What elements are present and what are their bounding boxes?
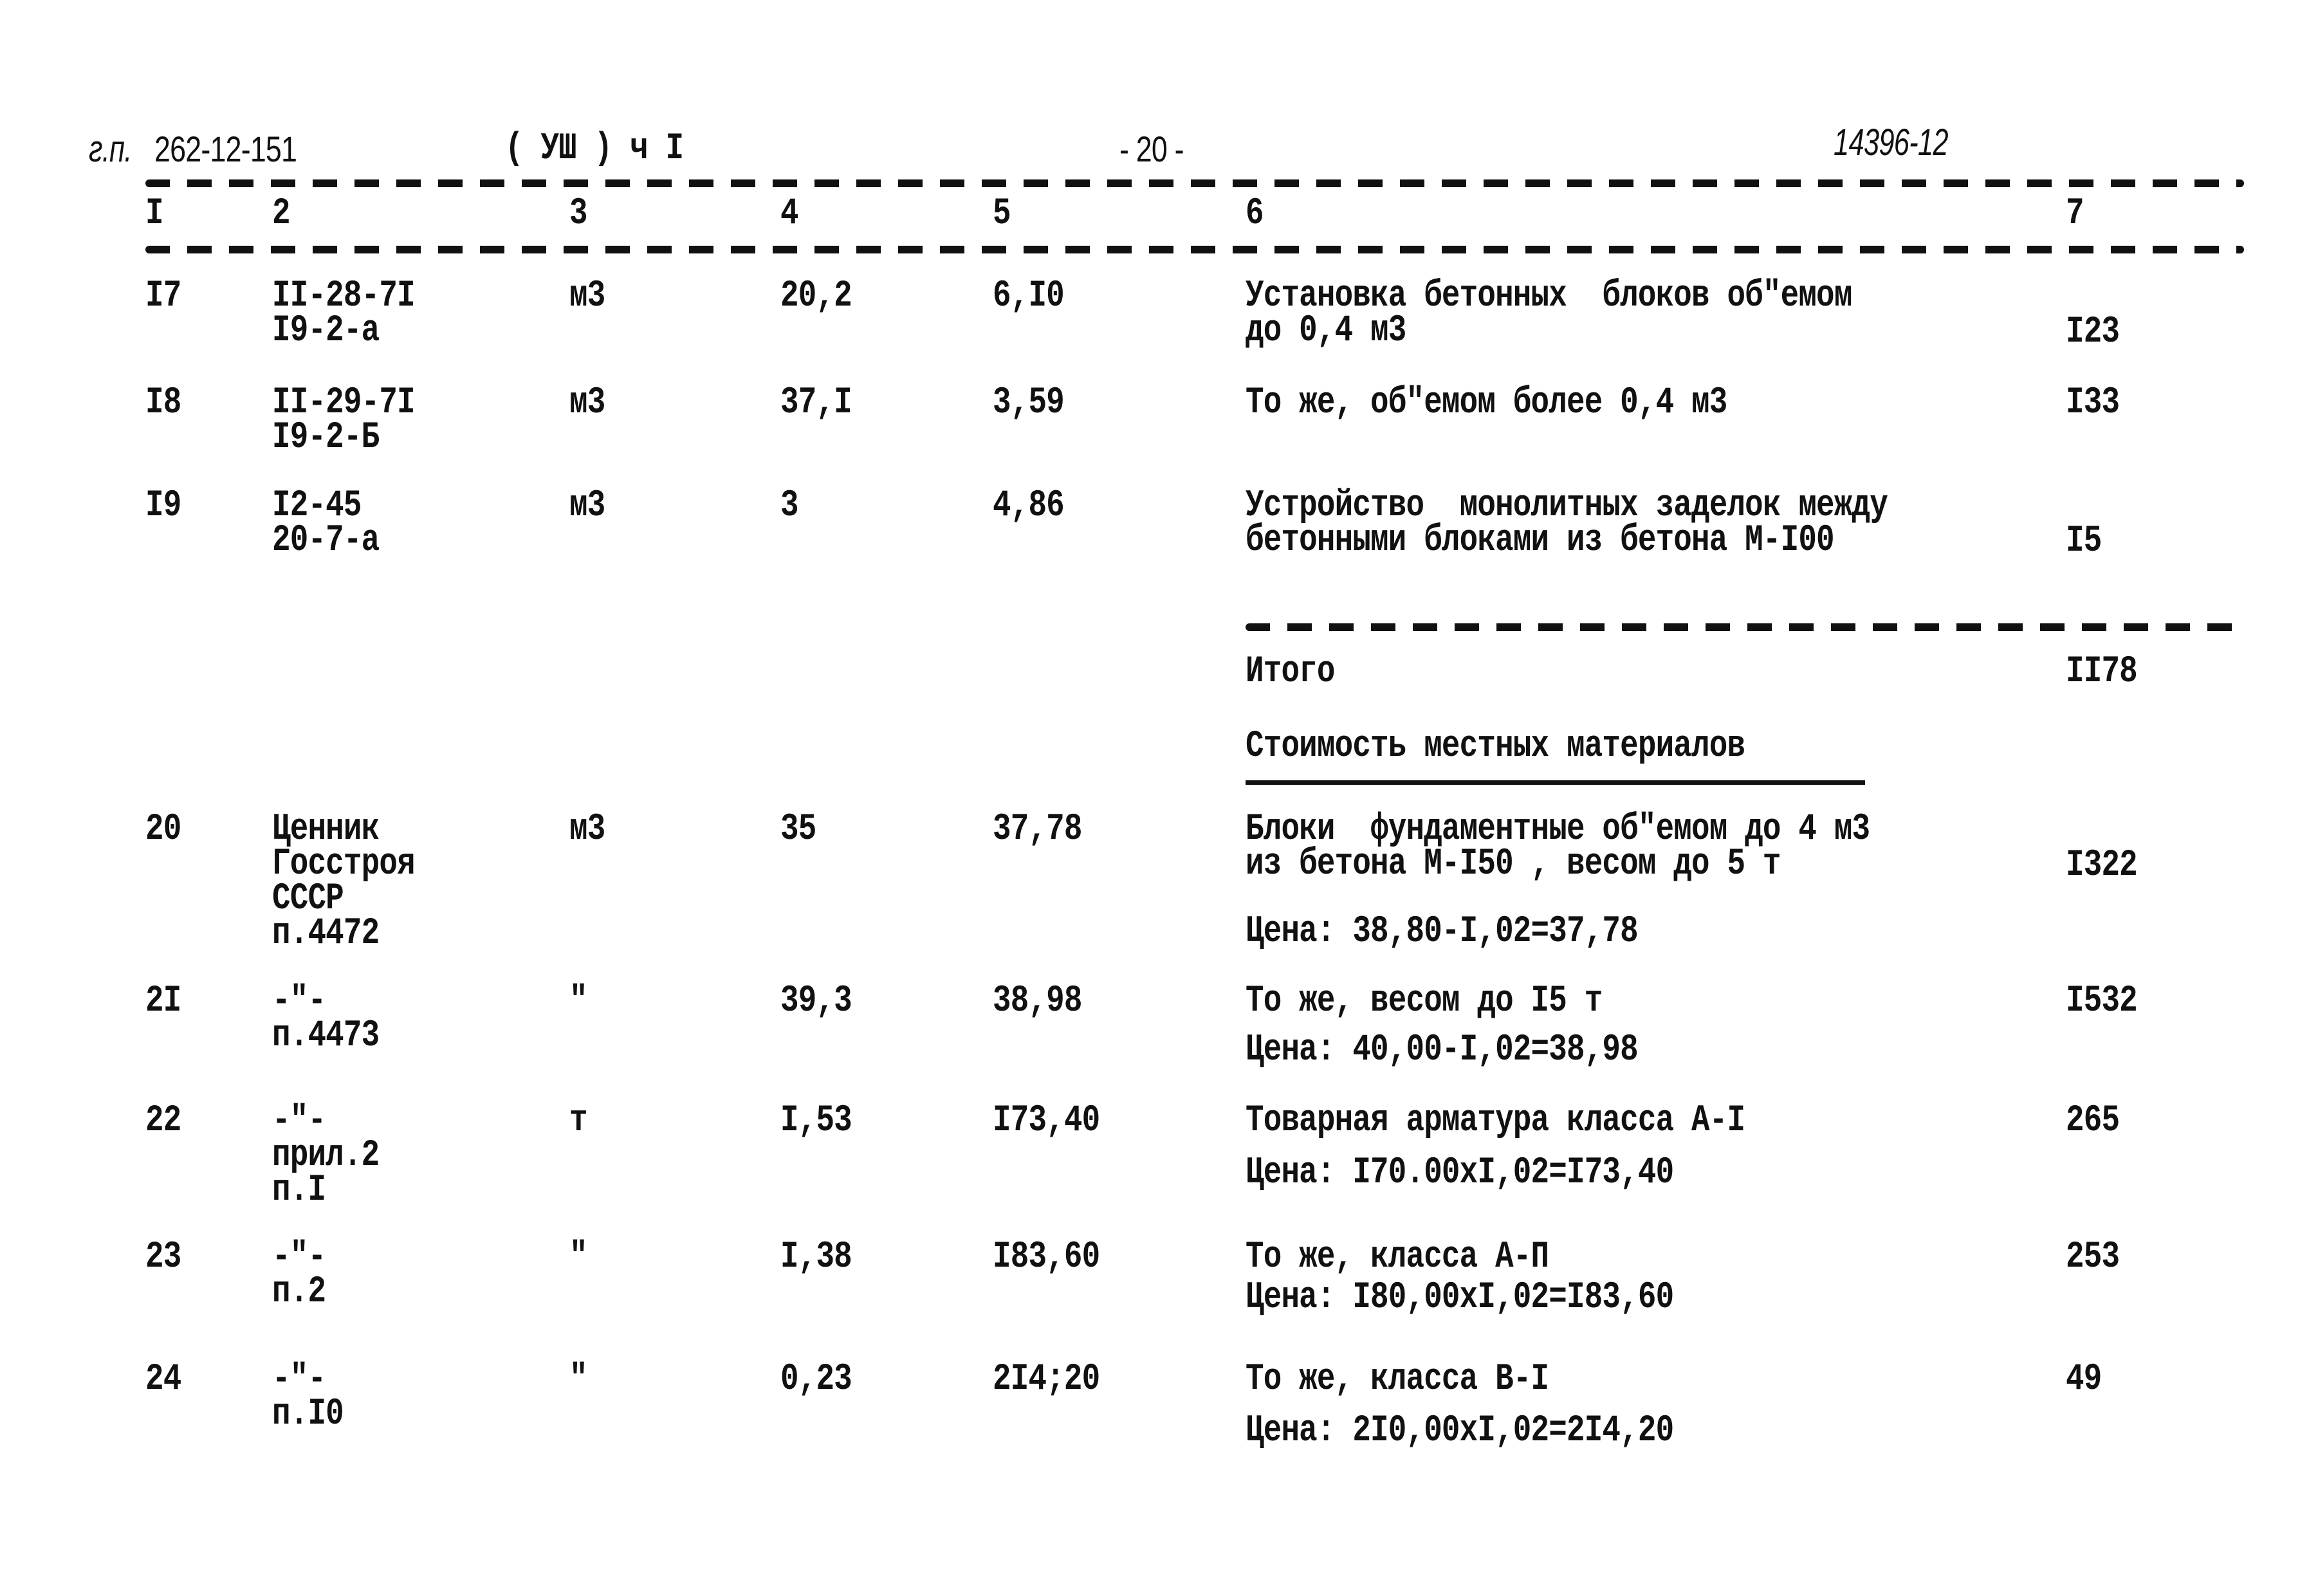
work-description: бетонными блоками из бетона М-I00 (1246, 520, 1835, 562)
row-number: 24 (145, 1359, 181, 1400)
work-description: То же, класса А-П (1246, 1236, 1549, 1278)
doc-prefix: г.п. (89, 128, 132, 170)
doc-number: 262-12-151 (154, 129, 297, 169)
header-top-dashed-line (145, 179, 2244, 187)
row-total: I322 (2066, 845, 2138, 886)
work-description: То же, об"емом более 0,4 м3 (1246, 382, 1727, 424)
norm-reference: -"- (272, 980, 326, 1022)
price-calculation: Цена: 40,00-I,02=38,98 (1246, 1029, 1639, 1071)
price-calculation: Цена: I80,00xI,02=I83,60 (1246, 1277, 1674, 1319)
section-label: ( УШ ) ч I (505, 128, 684, 170)
work-description: до 0,4 м3 (1246, 310, 1406, 352)
section-title-underline (1246, 780, 1865, 785)
subtotal-value: II78 (2066, 651, 2138, 693)
work-description: Установка бетонных блоков об"емом (1246, 275, 1852, 317)
unit-price: 6,I0 (993, 275, 1065, 317)
norm-reference: II-28-7I (272, 275, 416, 317)
quantity: I,53 (780, 1100, 852, 1142)
norm-reference: п.2 (272, 1271, 326, 1313)
column-header: 6 (1246, 193, 1264, 235)
work-description: Товарная арматура класса А-I (1246, 1100, 1745, 1142)
quantity: 37,I (780, 382, 852, 424)
row-number: 20 (145, 809, 181, 850)
norm-reference: -"- (272, 1359, 326, 1400)
unit: т (569, 1100, 588, 1142)
row-number: I8 (145, 382, 181, 424)
subtotal-dashed-line (1246, 623, 2244, 631)
row-number: 22 (145, 1100, 181, 1142)
column-header: 4 (780, 193, 799, 235)
column-header: 2 (272, 193, 291, 235)
section-title: Стоимость местных материалов (1246, 726, 1745, 767)
work-description: Блоки фундаментные об"емом до 4 м3 (1246, 809, 1870, 850)
work-description: То же, класса В-I (1246, 1359, 1549, 1400)
inventory-number: 14396-12 (1834, 122, 1949, 163)
norm-reference: I9-2-а (272, 310, 380, 352)
norm-reference: п.I0 (272, 1393, 344, 1435)
quantity: 35 (780, 809, 816, 850)
quantity: 20,2 (780, 275, 852, 317)
unit: м3 (569, 809, 605, 850)
norm-reference: -"- (272, 1100, 326, 1142)
unit-price: 38,98 (993, 980, 1082, 1022)
norm-reference: II-29-7I (272, 382, 416, 424)
unit-price: I73,40 (993, 1100, 1100, 1142)
quantity: I,38 (780, 1236, 852, 1278)
column-header: 3 (569, 193, 588, 235)
norm-reference: прил.2 (272, 1135, 380, 1177)
norm-reference: I9-2-Б (272, 417, 380, 459)
unit-price: I83,60 (993, 1236, 1100, 1278)
row-total: 49 (2066, 1359, 2102, 1400)
norm-reference: -"- (272, 1236, 326, 1278)
column-header: 5 (993, 193, 1011, 235)
row-total: 265 (2066, 1100, 2120, 1142)
row-total: I23 (2066, 311, 2120, 353)
quantity: 3 (780, 485, 799, 527)
header-bottom-dashed-line (145, 246, 2244, 253)
unit-price: 4,86 (993, 485, 1065, 527)
norm-reference: Ценник (272, 809, 380, 850)
work-description: из бетона М-I50 , весом до 5 т (1246, 843, 1781, 885)
norm-reference: п.I (272, 1169, 326, 1211)
unit: м3 (569, 485, 605, 527)
unit-price: 37,78 (993, 809, 1082, 850)
price-calculation: Цена: I70.00xI,02=I73,40 (1246, 1152, 1674, 1194)
unit-price: 2I4;20 (993, 1359, 1100, 1400)
quantity: 0,23 (780, 1359, 852, 1400)
column-header: 7 (2066, 193, 2084, 235)
unit: " (569, 1236, 588, 1278)
work-description: То же, весом до I5 т (1246, 980, 1603, 1022)
row-total: I532 (2066, 980, 2138, 1022)
column-header: I (145, 193, 164, 235)
row-number: 23 (145, 1236, 181, 1278)
unit-price: 3,59 (993, 382, 1065, 424)
row-number: 2I (145, 980, 181, 1022)
unit: " (569, 980, 588, 1022)
row-total: 253 (2066, 1236, 2120, 1278)
row-number: I9 (145, 485, 181, 527)
row-total: I5 (2066, 520, 2102, 562)
norm-reference: п.4472 (272, 913, 380, 955)
norm-reference: 20-7-а (272, 520, 380, 562)
page-number: - 20 - (1119, 129, 1184, 169)
row-total: I33 (2066, 382, 2120, 424)
unit: м3 (569, 275, 605, 317)
quantity: 39,3 (780, 980, 852, 1022)
unit: м3 (569, 382, 605, 424)
norm-reference: I2-45 (272, 485, 362, 527)
work-description: Устройство монолитных заделок между (1246, 485, 1888, 527)
price-calculation: Цена: 38,80-I,02=37,78 (1246, 911, 1639, 953)
norm-reference: п.4473 (272, 1015, 380, 1057)
subtotal-label: Итого (1246, 651, 1335, 693)
norm-reference: СССР (272, 878, 344, 920)
unit: " (569, 1359, 588, 1400)
norm-reference: Госстроя (272, 843, 416, 885)
price-calculation: Цена: 2I0,00xI,02=2I4,20 (1246, 1410, 1674, 1452)
row-number: I7 (145, 275, 181, 317)
